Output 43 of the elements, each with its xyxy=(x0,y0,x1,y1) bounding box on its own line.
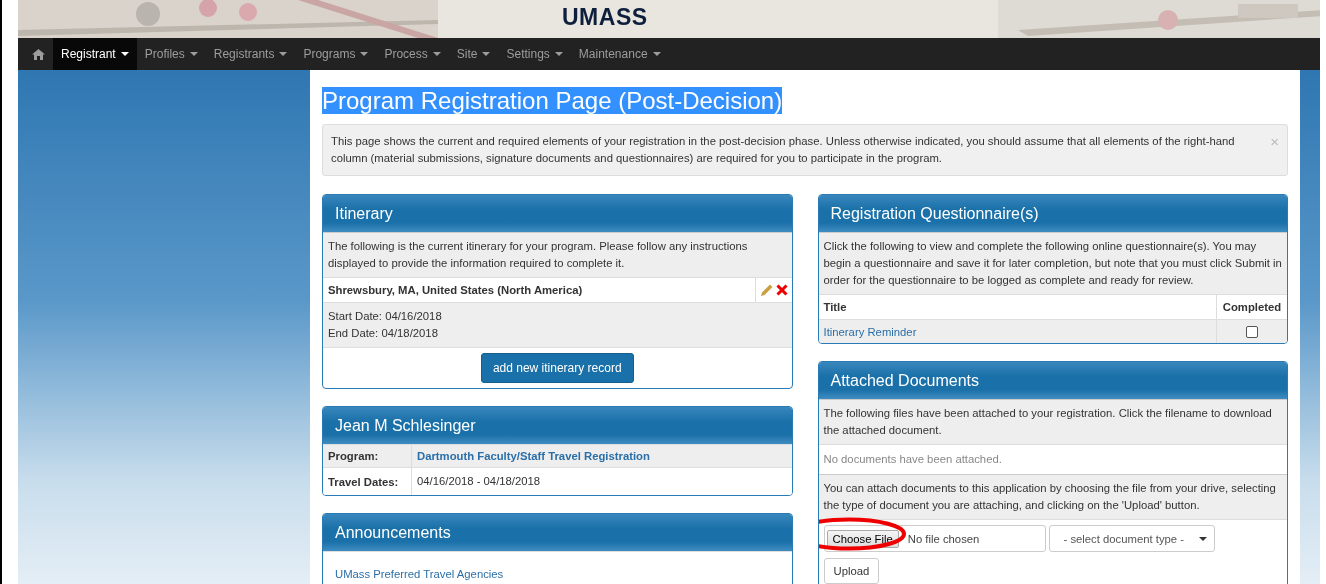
nav-menu-item[interactable]: Maintenance xyxy=(570,38,669,70)
delete-icon[interactable] xyxy=(775,284,788,296)
field-value: 04/16/2018 - 04/18/2018 xyxy=(417,475,541,487)
nav-menu-item[interactable]: Profiles xyxy=(136,38,206,70)
start-date: Start Date: 04/16/2018 xyxy=(328,309,443,324)
nav-menu-item[interactable]: Programs xyxy=(295,38,377,70)
alert-text: This page shows the current and required elements of your registration in the post-decision phase. Unless otherwise indicated, you should assume that all elements of the right-hand column (material submissions, signature documents and questionnaires) are required for you to participate in the program. xyxy=(331,134,1236,166)
upload-button[interactable]: Upload xyxy=(823,558,880,584)
nav-menu-item[interactable]: Registrants xyxy=(205,38,296,70)
field-label: Program: xyxy=(323,444,412,468)
panel-intro: The following files have been attached to your registration. Click the filename to download the attached document. xyxy=(818,399,1287,444)
caret-icon xyxy=(189,52,198,56)
caret-icon xyxy=(279,52,288,56)
logo-text: UMASS xyxy=(562,4,648,31)
caret-icon xyxy=(120,52,129,56)
upload-instructions: You can attach documents to this application by choosing the file from your drive, selecting the type of document you are attaching, and clicking on the 'Upload' button. xyxy=(818,474,1287,519)
caret-icon xyxy=(482,52,491,56)
panel-title: Attached Documents xyxy=(818,362,1287,399)
panel-title: Registration Questionnaire(s) xyxy=(818,195,1287,232)
announcement-link[interactable]: UMass Preferred Travel Agencies xyxy=(335,568,504,580)
panel-title: Itinerary xyxy=(323,195,792,232)
panel-title: Announcements xyxy=(323,514,792,551)
page-title: Program Registration Page (Post-Decision) xyxy=(322,87,783,114)
nav-menu-item[interactable]: Site xyxy=(448,38,499,70)
panel-intro: The following is the current itinerary for your program. Please follow any instructions displayed to provide the information required to complete it. xyxy=(323,232,792,277)
caret-icon xyxy=(360,52,369,56)
field-label: Travel Dates: xyxy=(323,467,412,495)
caret-icon xyxy=(554,52,563,56)
questionnaire-link[interactable]: Itinerary Reminder xyxy=(823,325,917,338)
add-itinerary-button[interactable]: add new itinerary record xyxy=(480,353,634,383)
caret-icon xyxy=(1198,536,1207,541)
caret-icon xyxy=(652,52,661,56)
nav-menu-item[interactable]: Registrant xyxy=(53,38,137,70)
caret-icon xyxy=(432,52,441,56)
nav-menu-item[interactable]: Settings xyxy=(498,38,571,70)
panel-title: Jean M Schlesinger xyxy=(323,407,792,444)
nav-menu-item[interactable]: Process xyxy=(376,38,449,70)
document-type-select[interactable]: - select document type - xyxy=(1048,525,1215,552)
end-date: End Date: 04/18/2018 xyxy=(328,326,439,341)
checkbox[interactable] xyxy=(1246,326,1258,338)
itinerary-location: Shrewsbury, MA, United States (North America) xyxy=(327,283,584,298)
panel-intro: Click the following to view and complete the following online questionnaire(s). You may begin a questionnaire and save it for later completion, but note that you must click Submit in order for the questionnaire to be logged as complete and ready for review. xyxy=(818,232,1287,294)
file-status: No file chosen xyxy=(907,532,980,545)
